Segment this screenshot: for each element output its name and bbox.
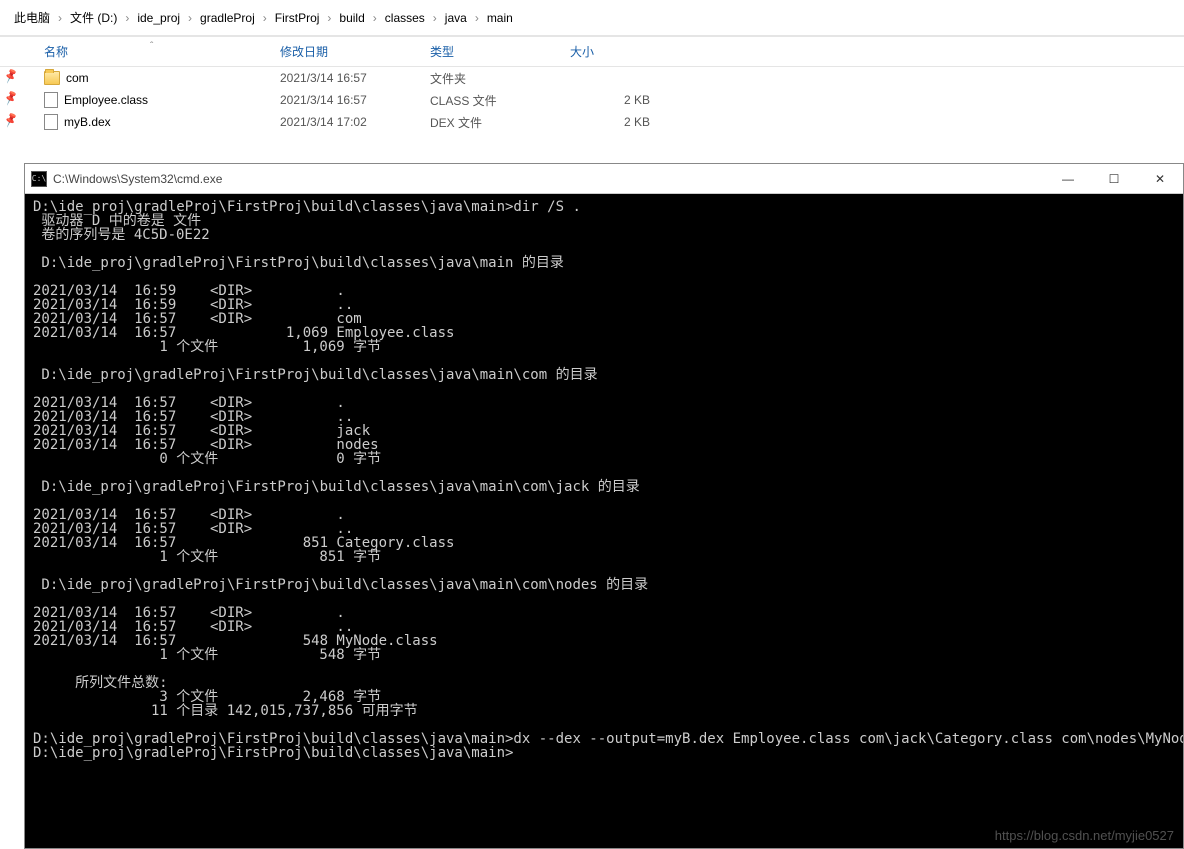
file-name-cell: myB.dex bbox=[0, 114, 280, 130]
cmd-window: C:\ C:\Windows\System32\cmd.exe — ☐ ✕ D:… bbox=[24, 163, 1184, 849]
file-icon bbox=[44, 92, 58, 108]
close-button[interactable]: ✕ bbox=[1137, 164, 1183, 194]
file-row[interactable]: com 2021/3/14 16:57 文件夹 bbox=[0, 67, 1184, 89]
file-row[interactable]: Employee.class 2021/3/14 16:57 CLASS 文件 … bbox=[0, 89, 1184, 111]
cmd-output[interactable]: D:\ide_proj\gradleProj\FirstProj\build\c… bbox=[25, 194, 1183, 848]
file-type: CLASS 文件 bbox=[430, 92, 570, 109]
chevron-right-icon: › bbox=[58, 11, 62, 25]
maximize-button[interactable]: ☐ bbox=[1091, 164, 1137, 194]
pin-icon[interactable]: 📌 bbox=[2, 90, 17, 105]
file-name: myB.dex bbox=[64, 115, 111, 129]
column-name[interactable]: 名称 ˆ bbox=[0, 43, 280, 60]
file-size: 2 KB bbox=[570, 115, 690, 129]
breadcrumb-item[interactable]: java bbox=[445, 11, 467, 25]
breadcrumb-item[interactable]: gradleProj bbox=[200, 11, 255, 25]
file-name-cell: com bbox=[0, 71, 280, 85]
column-name-label: 名称 bbox=[44, 45, 68, 59]
cmd-titlebar[interactable]: C:\ C:\Windows\System32\cmd.exe — ☐ ✕ bbox=[25, 164, 1183, 194]
breadcrumb[interactable]: 此电脑 › 文件 (D:) › ide_proj › gradleProj › Firs… bbox=[0, 0, 1184, 36]
folder-icon bbox=[44, 71, 60, 85]
chevron-right-icon: › bbox=[433, 11, 437, 25]
chevron-right-icon: › bbox=[125, 11, 129, 25]
cmd-title: C:\Windows\System32\cmd.exe bbox=[53, 172, 222, 186]
file-type: 文件夹 bbox=[430, 70, 570, 87]
quick-access-pins: 📌 📌 📌 bbox=[0, 60, 24, 136]
file-row[interactable]: myB.dex 2021/3/14 17:02 DEX 文件 2 KB bbox=[0, 111, 1184, 133]
file-name: Employee.class bbox=[64, 93, 148, 107]
file-date: 2021/3/14 16:57 bbox=[280, 93, 430, 107]
pin-icon[interactable]: 📌 bbox=[2, 112, 17, 127]
file-name-cell: Employee.class bbox=[0, 92, 280, 108]
column-size[interactable]: 大小 bbox=[570, 43, 690, 60]
cmd-icon: C:\ bbox=[31, 171, 47, 187]
chevron-right-icon: › bbox=[263, 11, 267, 25]
file-name: com bbox=[66, 71, 89, 85]
file-date: 2021/3/14 17:02 bbox=[280, 115, 430, 129]
breadcrumb-item[interactable]: 此电脑 bbox=[14, 9, 50, 26]
chevron-right-icon: › bbox=[373, 11, 377, 25]
breadcrumb-item[interactable]: FirstProj bbox=[275, 11, 320, 25]
breadcrumb-item[interactable]: main bbox=[487, 11, 513, 25]
sort-asc-icon: ˆ bbox=[150, 41, 153, 52]
breadcrumb-item[interactable]: 文件 (D:) bbox=[70, 9, 117, 26]
file-list: 名称 ˆ 修改日期 类型 大小 com 2021/3/14 16:57 文件夹 … bbox=[0, 36, 1184, 133]
chevron-right-icon: › bbox=[188, 11, 192, 25]
column-date[interactable]: 修改日期 bbox=[280, 43, 430, 60]
file-list-header: 名称 ˆ 修改日期 类型 大小 bbox=[0, 37, 1184, 67]
file-date: 2021/3/14 16:57 bbox=[280, 71, 430, 85]
file-icon bbox=[44, 114, 58, 130]
breadcrumb-item[interactable]: classes bbox=[385, 11, 425, 25]
column-type[interactable]: 类型 bbox=[430, 43, 570, 60]
breadcrumb-item[interactable]: build bbox=[339, 11, 364, 25]
chevron-right-icon: › bbox=[327, 11, 331, 25]
minimize-button[interactable]: — bbox=[1045, 164, 1091, 194]
file-size: 2 KB bbox=[570, 93, 690, 107]
cmd-text: D:\ide_proj\gradleProj\FirstProj\build\c… bbox=[33, 200, 1175, 760]
watermark: https://blog.csdn.net/myjie0527 bbox=[995, 828, 1174, 843]
breadcrumb-item[interactable]: ide_proj bbox=[137, 11, 180, 25]
chevron-right-icon: › bbox=[475, 11, 479, 25]
pin-icon[interactable]: 📌 bbox=[2, 68, 17, 83]
file-type: DEX 文件 bbox=[430, 114, 570, 131]
